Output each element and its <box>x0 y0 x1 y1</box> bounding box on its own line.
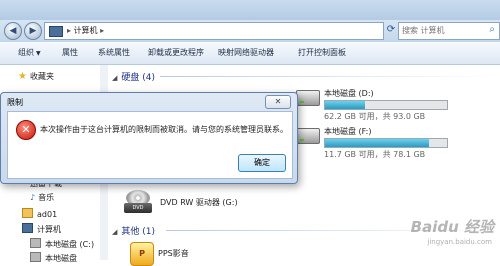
refresh-icon[interactable]: ⟳ <box>384 23 398 37</box>
restriction-dialog: 限制 ✕ ✕ 本次操作由于这台计算机的限制而被取消。请与您的系统管理员联系。 确… <box>0 92 298 184</box>
drive-usage-bar <box>324 100 448 110</box>
drive-name: 本地磁盘 (F:) <box>324 127 372 136</box>
dvd-drive-icon: DVD <box>124 190 152 214</box>
drive-usage-fill <box>325 139 429 147</box>
drive-icon <box>296 128 320 144</box>
group-divider <box>160 76 496 77</box>
sidebar-item-label: ad01 <box>37 210 58 219</box>
command-toolbar: 组织 ▼ 属性 系统属性 卸载或更改程序 映射网络驱动器 打开控制面板 <box>0 42 500 65</box>
star-icon: ★ <box>18 71 27 82</box>
map-drive-button[interactable]: 映射网络驱动器 <box>218 47 274 58</box>
drive-name: 本地磁盘 (D:) <box>324 89 374 98</box>
group-title: 其他 (1) <box>121 227 156 237</box>
sidebar-item-label: 音乐 <box>38 193 55 202</box>
navigation-bar: ◀ ▶ ▸ 计算机 ▸ ⟳ ⌕ <box>0 20 500 42</box>
error-icon: ✕ <box>16 120 36 140</box>
program-name: PPS影音 <box>158 249 189 258</box>
watermark-brand: Baidu 经验 <box>410 218 494 236</box>
chevron-down-icon: ▼ <box>36 50 41 57</box>
drive-item-dvd[interactable]: DVD DVD RW 驱动器 (G:) <box>124 190 284 216</box>
drive-usage-bar <box>324 138 448 148</box>
group-title: 硬盘 (4) <box>121 73 156 83</box>
forward-button[interactable]: ▶ <box>24 22 42 40</box>
dialog-body: ✕ 本次操作由于这台计算机的限制而被取消。请与您的系统管理员联系。 确定 <box>7 111 293 179</box>
collapse-icon: ◢ <box>112 74 118 82</box>
drive-icon <box>30 252 41 262</box>
search-icon[interactable]: ⌕ <box>489 24 495 35</box>
drive-icon <box>296 90 320 106</box>
organize-button[interactable]: 组织 ▼ <box>18 47 41 58</box>
chevron-right-icon: ▸ <box>97 26 105 35</box>
dialog-title: 限制 <box>7 98 23 107</box>
watermark-url: jingyan.baidu.com <box>427 238 492 246</box>
sidebar-item-label: 本地磁盘 (C:) <box>45 240 95 249</box>
drive-icon <box>30 238 41 248</box>
sidebar-item-computer[interactable]: 计算机 <box>22 223 61 235</box>
organize-label: 组织 <box>18 48 34 57</box>
drive-usage-fill <box>325 101 366 109</box>
properties-button[interactable]: 属性 <box>62 47 78 58</box>
sidebar-item-label: 计算机 <box>37 225 61 234</box>
music-icon: ♪ <box>30 193 36 202</box>
computer-icon <box>22 223 33 233</box>
control-panel-button[interactable]: 打开控制面板 <box>298 47 346 58</box>
search-box[interactable]: ⌕ <box>398 22 500 40</box>
address-path: 计算机 <box>73 26 98 35</box>
sidebar-item-local-c[interactable]: 本地磁盘 (C:) <box>30 238 94 250</box>
drive-capacity: 11.7 GB 可用，共 78.1 GB <box>324 150 426 159</box>
drive-item-d[interactable]: 本地磁盘 (D:) 62.2 GB 可用，共 93.0 GB <box>296 88 496 122</box>
folder-icon <box>22 208 33 218</box>
search-input[interactable] <box>399 23 485 37</box>
system-properties-button[interactable]: 系统属性 <box>98 47 130 58</box>
group-header-other[interactable]: ◢ 其他 (1) <box>112 224 155 237</box>
group-header-hdd[interactable]: ◢ 硬盘 (4) <box>112 70 155 83</box>
drive-item-f[interactable]: 本地磁盘 (F:) 11.7 GB 可用，共 78.1 GB <box>296 126 496 160</box>
uninstall-button[interactable]: 卸载或更改程序 <box>148 47 204 58</box>
sidebar-item-favorites[interactable]: ★ 收藏夹 <box>18 71 54 82</box>
drive-name: DVD RW 驱动器 (G:) <box>160 198 238 207</box>
sidebar-item-local-more[interactable]: 本地磁盘 <box>30 252 77 264</box>
sidebar-item-user[interactable]: ad01 <box>22 208 57 219</box>
drive-capacity: 62.2 GB 可用，共 93.0 GB <box>324 112 426 121</box>
dialog-close-button[interactable]: ✕ <box>265 95 291 109</box>
sidebar-item-music[interactable]: ♪ 音乐 <box>30 192 54 203</box>
ok-button[interactable]: 确定 <box>238 154 286 172</box>
back-button[interactable]: ◀ <box>4 22 22 40</box>
computer-icon <box>49 26 63 37</box>
dialog-message: 本次操作由于这台计算机的限制而被取消。请与您的系统管理员联系。 <box>40 125 288 134</box>
watermark: Baidu 经验 jingyan.baidu.com <box>388 196 498 256</box>
window-title-bar <box>0 0 500 20</box>
program-item-pps[interactable]: P PPS影音 <box>130 242 250 266</box>
close-icon: ✕ <box>274 97 282 106</box>
sidebar-item-label: 本地磁盘 <box>45 254 77 263</box>
pps-app-icon: P <box>130 242 154 266</box>
address-bar[interactable]: ▸ 计算机 ▸ <box>44 22 384 40</box>
collapse-icon: ◢ <box>112 228 118 236</box>
sidebar-item-label: 收藏夹 <box>29 72 54 81</box>
